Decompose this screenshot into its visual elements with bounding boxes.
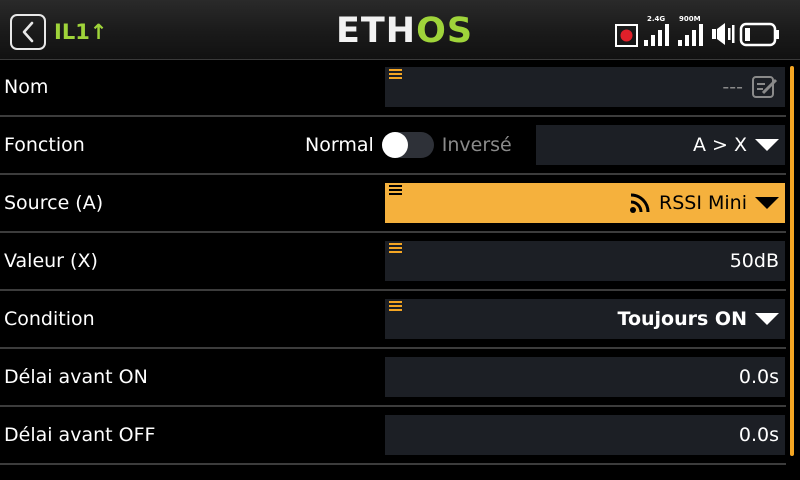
row-delai-on: Délai avant ON 0.0s bbox=[0, 349, 786, 407]
chevron-left-icon bbox=[22, 21, 34, 43]
menu-icon bbox=[389, 243, 402, 255]
nom-label: Nom bbox=[4, 76, 49, 98]
signal-2.4g-icon: 2.4G bbox=[643, 15, 673, 48]
edit-icon bbox=[752, 76, 778, 98]
battery-icon bbox=[739, 22, 779, 47]
fonction-select[interactable]: A > X bbox=[536, 125, 785, 165]
menu-icon bbox=[389, 185, 402, 197]
source-select[interactable]: RSSI Mini bbox=[385, 183, 785, 223]
back-button[interactable] bbox=[10, 14, 46, 50]
row-condition: Condition Toujours ON bbox=[0, 291, 786, 349]
toggle-left-label: Normal bbox=[305, 134, 374, 156]
menu-icon bbox=[389, 301, 402, 313]
condition-select[interactable]: Toujours ON bbox=[385, 299, 785, 339]
signal-900m-icon: 900M bbox=[677, 15, 707, 48]
dropdown-caret-icon bbox=[755, 139, 779, 151]
rssi-icon bbox=[630, 193, 650, 213]
rf-24-label: 2.4G bbox=[647, 15, 666, 23]
menu-icon bbox=[389, 69, 402, 81]
condition-value: Toujours ON bbox=[617, 308, 747, 330]
ethos-logo: ETH OS bbox=[336, 11, 473, 51]
status-icons: 2.4G 900M bbox=[615, 14, 779, 48]
condition-label: Condition bbox=[4, 308, 95, 330]
fonction-label: Fonction bbox=[4, 134, 85, 156]
dropdown-caret-icon bbox=[755, 197, 779, 209]
scrollbar[interactable] bbox=[790, 66, 794, 456]
fonction-toggle-group: Normal Inversé bbox=[305, 125, 512, 165]
valeur-field[interactable]: 50dB bbox=[385, 241, 785, 281]
logo-text-part1: ETH bbox=[336, 11, 417, 51]
speaker-icon bbox=[712, 23, 735, 45]
logo-text-part2: OS bbox=[416, 11, 474, 51]
delai-on-field[interactable]: 0.0s bbox=[385, 357, 785, 397]
record-icon bbox=[615, 24, 638, 47]
nom-field[interactable]: --- bbox=[385, 67, 785, 107]
delai-on-label: Délai avant ON bbox=[4, 366, 148, 388]
top-bar: IL1↑ ETH OS 2.4G 900M bbox=[0, 0, 800, 60]
nom-value: --- bbox=[722, 76, 743, 98]
delai-off-value: 0.0s bbox=[738, 424, 779, 446]
row-delai-off: Délai avant OFF 0.0s bbox=[0, 407, 786, 465]
fonction-value: A > X bbox=[692, 134, 747, 156]
toggle-right-label: Inversé bbox=[441, 134, 512, 156]
screen-title: IL1↑ bbox=[54, 20, 108, 44]
delai-off-label: Délai avant OFF bbox=[4, 424, 156, 446]
valeur-value: 50dB bbox=[729, 250, 779, 272]
delai-off-field[interactable]: 0.0s bbox=[385, 415, 785, 455]
source-value: RSSI Mini bbox=[659, 192, 747, 214]
row-nom: Nom --- bbox=[0, 59, 786, 117]
row-source: Source (A) RSSI Mini bbox=[0, 175, 786, 233]
row-valeur: Valeur (X) 50dB bbox=[0, 233, 786, 291]
delai-on-value: 0.0s bbox=[738, 366, 779, 388]
valeur-label: Valeur (X) bbox=[4, 250, 98, 272]
rf-900-label: 900M bbox=[679, 15, 701, 23]
toggle-knob bbox=[381, 132, 408, 158]
dropdown-caret-icon bbox=[755, 313, 779, 325]
source-label: Source (A) bbox=[4, 192, 104, 214]
row-fonction: Fonction Normal Inversé A > X bbox=[0, 117, 786, 175]
invert-toggle[interactable] bbox=[381, 132, 434, 158]
